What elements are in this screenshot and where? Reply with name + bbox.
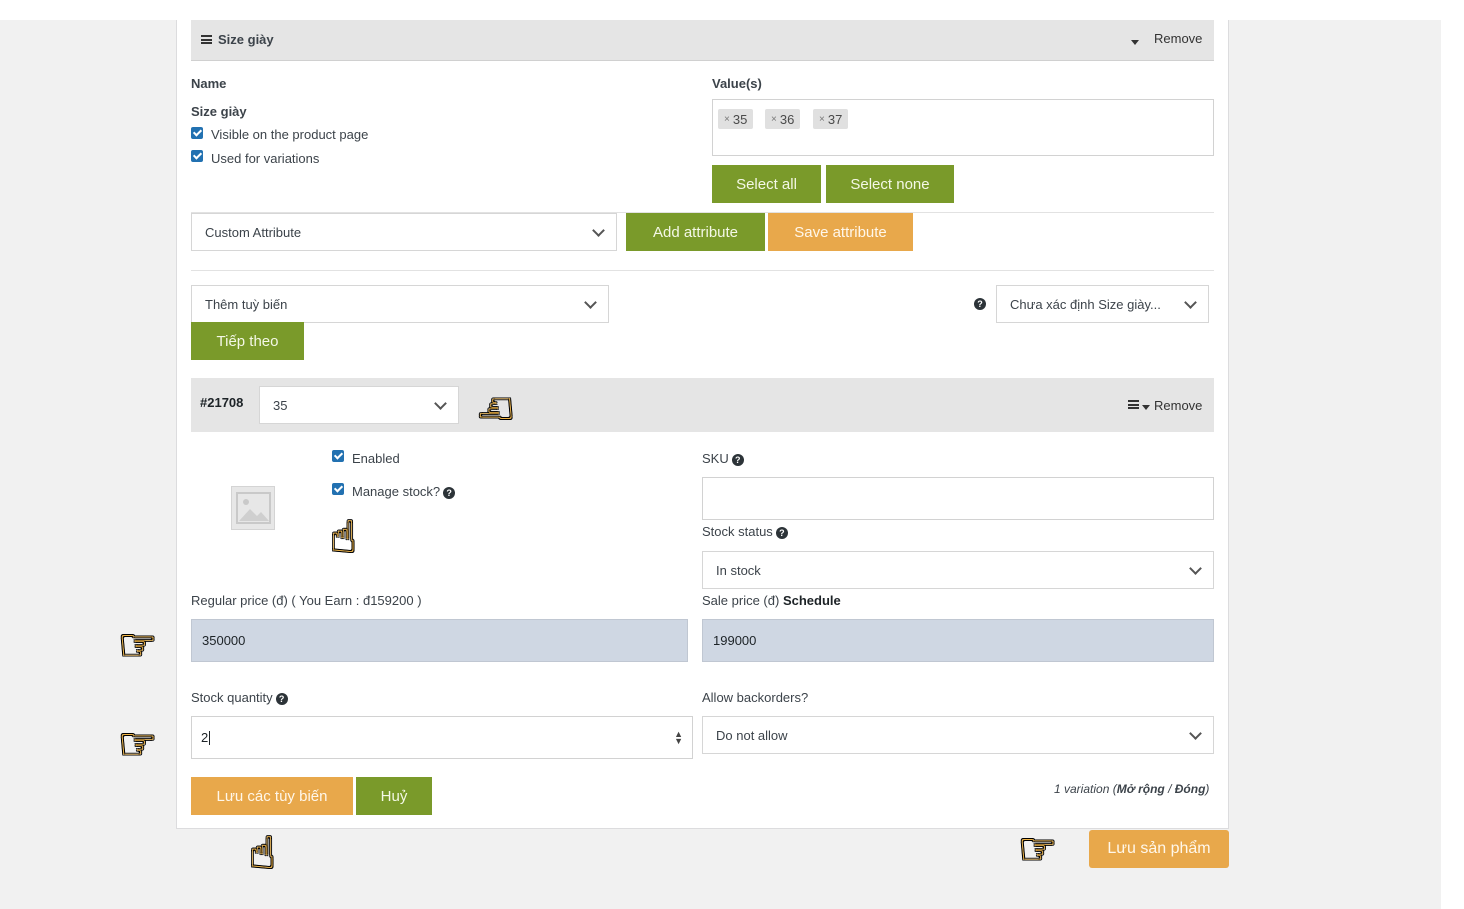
- backorders-label: Allow backorders?: [702, 690, 809, 705]
- pointing-hand-icon: ☞: [118, 720, 158, 769]
- used-for-variations-label: Used for variations: [211, 151, 320, 166]
- variation-id: #21708: [200, 395, 244, 410]
- stock-quantity-label: Stock quantity?: [191, 690, 288, 705]
- pointing-hand-icon: ☝: [249, 829, 276, 878]
- remove-tag-icon[interactable]: ×: [724, 114, 730, 125]
- value-tag[interactable]: × 37: [813, 109, 849, 129]
- attribute-title: Size giày: [218, 32, 274, 47]
- pointing-hand-icon: ☝: [330, 513, 357, 562]
- manage-stock-checkbox[interactable]: [332, 483, 344, 495]
- help-icon[interactable]: ?: [775, 526, 788, 539]
- visible-label: Visible on the product page: [211, 127, 369, 142]
- stepper-icon[interactable]: ▲ ▼: [674, 729, 683, 745]
- stock-quantity-input[interactable]: 2 ▲ ▼: [191, 716, 693, 759]
- enabled-checkbox[interactable]: [332, 450, 344, 462]
- backorders-select[interactable]: Do not allow: [702, 716, 1214, 754]
- menu-icon: [201, 35, 212, 44]
- cancel-button[interactable]: Huỷ: [356, 777, 432, 815]
- value-tag[interactable]: × 35: [718, 109, 754, 129]
- select-none-button[interactable]: Select none: [826, 165, 954, 203]
- pointing-hand-icon: ☞: [118, 621, 158, 670]
- pointing-hand-icon: ☞: [1018, 825, 1058, 874]
- save-attribute-button[interactable]: Save attribute: [768, 213, 913, 251]
- chevron-down-icon: [584, 295, 597, 309]
- regular-price-input[interactable]: 350000: [191, 619, 688, 662]
- help-icon[interactable]: ?: [443, 486, 456, 499]
- collapse-link[interactable]: Đóng: [1175, 782, 1206, 796]
- help-icon[interactable]: ?: [974, 298, 986, 310]
- default-form-select[interactable]: Chưa xác định Size giày...: [996, 285, 1209, 323]
- help-icon[interactable]: ?: [731, 453, 744, 466]
- divider: [191, 270, 1214, 271]
- variation-header[interactable]: #21708 35 Remove: [191, 378, 1214, 432]
- variation-remove-link[interactable]: Remove: [1154, 398, 1202, 413]
- attribute-header[interactable]: Size giày Remove: [191, 20, 1214, 61]
- menu-icon[interactable]: [1128, 400, 1139, 409]
- remove-tag-icon[interactable]: ×: [819, 114, 825, 125]
- manage-stock-label: Manage stock??: [352, 484, 456, 499]
- pointing-hand-icon: ☜: [476, 384, 516, 433]
- values-label: Value(s): [712, 76, 762, 91]
- remove-tag-icon[interactable]: ×: [771, 114, 777, 125]
- select-all-button[interactable]: Select all: [712, 165, 821, 203]
- image-placeholder-glyph: [236, 492, 271, 524]
- sale-price-label: Sale price (đ) Schedule: [702, 593, 841, 608]
- expand-link[interactable]: Mở rộng: [1117, 782, 1165, 796]
- stock-status-label: Stock status?: [702, 524, 788, 539]
- sale-price-input[interactable]: 199000: [702, 619, 1214, 662]
- regular-price-label: Regular price (đ) ( You Earn : đ159200 ): [191, 593, 422, 608]
- variation-count: 1 variation (Mở rộng / Đóng): [1054, 782, 1210, 796]
- custom-attribute-select[interactable]: Custom Attribute: [191, 213, 617, 251]
- bulk-action-select[interactable]: Thêm tuỳ biến: [191, 285, 609, 323]
- chevron-down-icon: [1189, 561, 1202, 575]
- value-tag[interactable]: × 36: [765, 109, 801, 129]
- name-label: Name: [191, 76, 227, 91]
- enabled-label: Enabled: [352, 451, 400, 466]
- next-button[interactable]: Tiếp theo: [191, 322, 304, 360]
- visible-checkbox[interactable]: [191, 127, 203, 139]
- sku-label: SKU?: [702, 451, 744, 466]
- chevron-down-icon: [1184, 295, 1197, 309]
- image-placeholder-icon[interactable]: [231, 486, 275, 530]
- variation-size-select[interactable]: 35: [259, 386, 459, 424]
- schedule-link[interactable]: Schedule: [783, 593, 841, 608]
- used-for-variations-checkbox[interactable]: [191, 150, 203, 162]
- chevron-down-icon: [1189, 726, 1202, 740]
- save-product-button[interactable]: Lưu sản phẩm: [1089, 830, 1229, 868]
- attribute-remove-link[interactable]: Remove: [1154, 31, 1202, 46]
- values-input[interactable]: × 35 × 36 × 37: [712, 99, 1214, 156]
- attribute-name: Size giày: [191, 104, 247, 119]
- help-icon[interactable]: ?: [275, 692, 288, 705]
- stock-status-select[interactable]: In stock: [702, 551, 1214, 589]
- chevron-down-icon: [592, 223, 605, 237]
- caret-down-icon[interactable]: [1131, 40, 1139, 45]
- text-cursor: [209, 730, 211, 745]
- chevron-down-icon: [434, 396, 447, 410]
- save-variations-button[interactable]: Lưu các tùy biến: [191, 777, 353, 815]
- add-attribute-button[interactable]: Add attribute: [626, 213, 765, 251]
- sku-input[interactable]: [702, 477, 1214, 520]
- caret-down-icon[interactable]: [1142, 405, 1150, 410]
